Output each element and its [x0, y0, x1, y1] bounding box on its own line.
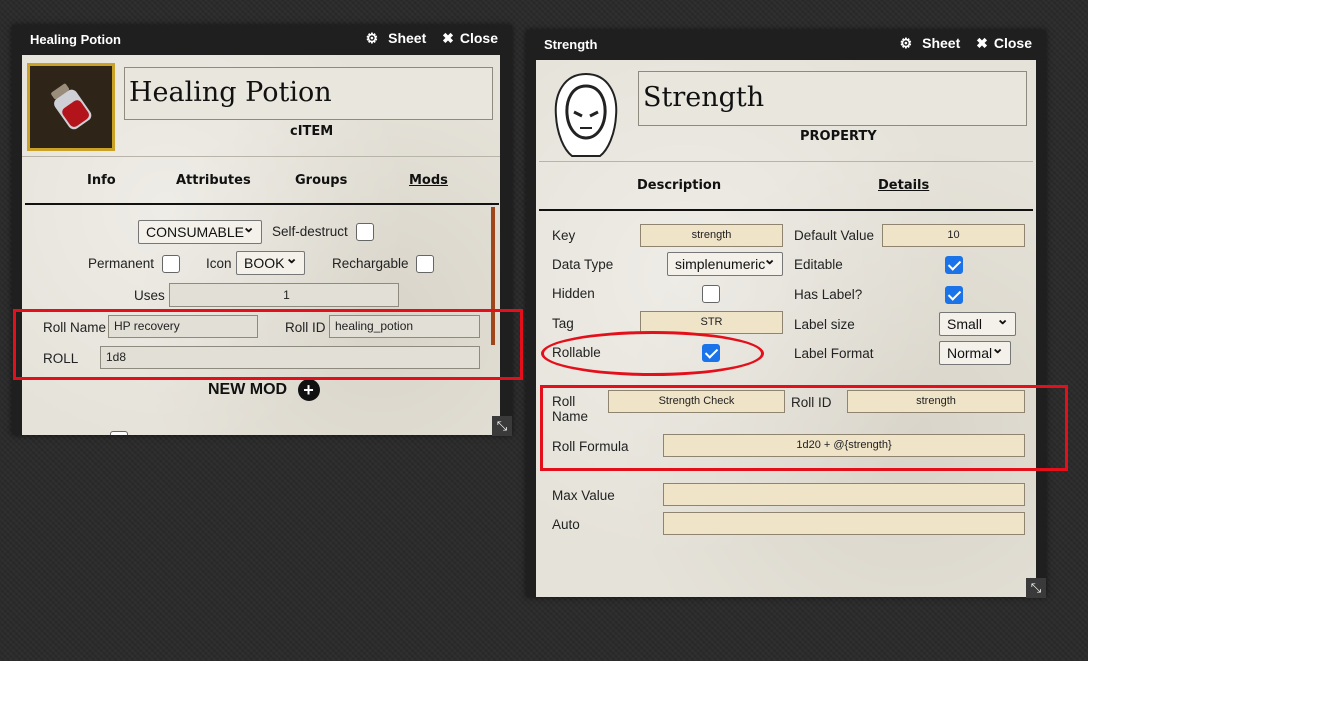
hidden-label: Hidden — [552, 286, 595, 301]
label-format-label: Label Format — [794, 346, 874, 361]
permanent-checkbox[interactable] — [162, 255, 180, 273]
close-button[interactable]: ✖ Close — [436, 30, 498, 46]
max-value-input[interactable] — [663, 483, 1025, 506]
uses-label: Uses — [134, 288, 165, 303]
self-destruct-checkbox[interactable] — [356, 223, 374, 241]
consumable-select[interactable]: CONSUMABLE — [138, 217, 262, 244]
tab-groups[interactable]: Groups — [295, 173, 347, 188]
partial-checkbox[interactable] — [110, 431, 128, 435]
label-size-label: Label size — [794, 317, 855, 332]
window-title: Healing Potion — [30, 32, 121, 47]
uses-input[interactable]: 1 — [169, 283, 399, 307]
strength-window: Strength ⚙ Sheet ✖ Close Strength PROPERT… — [526, 30, 1046, 598]
gear-icon: ⚙ — [899, 35, 913, 51]
item-name-field[interactable]: Healing Potion — [124, 67, 493, 120]
self-destruct-label: Self-destruct — [272, 224, 348, 239]
item-image[interactable] — [27, 63, 115, 151]
resize-handle[interactable]: ⤡ — [1026, 578, 1046, 598]
editable-checkbox[interactable] — [945, 256, 963, 274]
potion-icon — [30, 66, 112, 148]
rechargable-label: Rechargable — [332, 256, 409, 271]
annotation-oval-rollable — [541, 331, 764, 376]
plus-circle-icon: + — [297, 379, 320, 401]
icon-select[interactable]: BOOK — [236, 248, 305, 275]
resize-handle[interactable]: ⤡ — [492, 416, 512, 436]
auto-input[interactable] — [663, 512, 1025, 535]
divider — [539, 161, 1033, 162]
sheet-button[interactable]: ⚙ Sheet — [894, 35, 961, 51]
rechargable-checkbox[interactable] — [416, 255, 434, 273]
sheet-button[interactable]: ⚙ Sheet — [360, 30, 427, 46]
max-value-label: Max Value — [552, 488, 615, 503]
auto-label: Auto — [552, 517, 580, 532]
data-type-label: Data Type — [552, 257, 614, 272]
gear-icon: ⚙ — [365, 30, 379, 46]
label-format-select[interactable]: Normal — [939, 338, 1011, 365]
hooded-figure-icon — [554, 72, 618, 157]
has-label-label: Has Label? — [794, 287, 863, 302]
icon-label: Icon — [206, 256, 232, 271]
key-label: Key — [552, 228, 576, 243]
divider — [22, 156, 500, 157]
tab-divider — [25, 203, 499, 205]
new-mod-label: NEW MOD — [208, 381, 288, 399]
tab-description[interactable]: Description — [637, 178, 721, 193]
close-icon: ✖ — [976, 35, 988, 51]
title-bar[interactable]: Healing Potion ⚙ Sheet ✖ Close — [12, 25, 512, 53]
title-bar[interactable]: Strength ⚙ Sheet ✖ Close — [526, 30, 1046, 58]
property-name-field[interactable]: Strength — [638, 71, 1027, 126]
window-title: Strength — [544, 37, 598, 52]
tab-mods[interactable]: Mods — [409, 173, 448, 188]
sheet-body: Strength PROPERTY Description Details Ke… — [536, 60, 1036, 597]
item-type-label: cITEM — [290, 124, 334, 139]
tag-label: Tag — [552, 316, 574, 331]
default-value-input[interactable]: 10 — [882, 224, 1025, 247]
tab-details[interactable]: Details — [878, 178, 929, 193]
new-mod-button[interactable]: NEW MOD + — [208, 379, 320, 401]
permanent-label: Permanent — [88, 256, 155, 271]
tab-attributes[interactable]: Attributes — [176, 173, 251, 188]
editable-label: Editable — [794, 257, 843, 272]
label-size-select[interactable]: Small — [939, 309, 1016, 336]
property-type-label: PROPERTY — [800, 129, 877, 144]
annotation-box-left-roll — [13, 309, 523, 380]
tab-divider — [539, 209, 1033, 211]
default-value-label: Default Value — [794, 228, 875, 243]
key-input[interactable]: strength — [640, 224, 783, 247]
close-button[interactable]: ✖ Close — [970, 35, 1032, 51]
hidden-checkbox[interactable] — [702, 285, 720, 303]
close-icon: ✖ — [442, 30, 454, 46]
tab-info[interactable]: Info — [87, 173, 116, 188]
has-label-checkbox[interactable] — [945, 286, 963, 304]
data-type-select[interactable]: simplenumeric — [667, 249, 783, 276]
annotation-box-right-roll — [540, 385, 1068, 471]
